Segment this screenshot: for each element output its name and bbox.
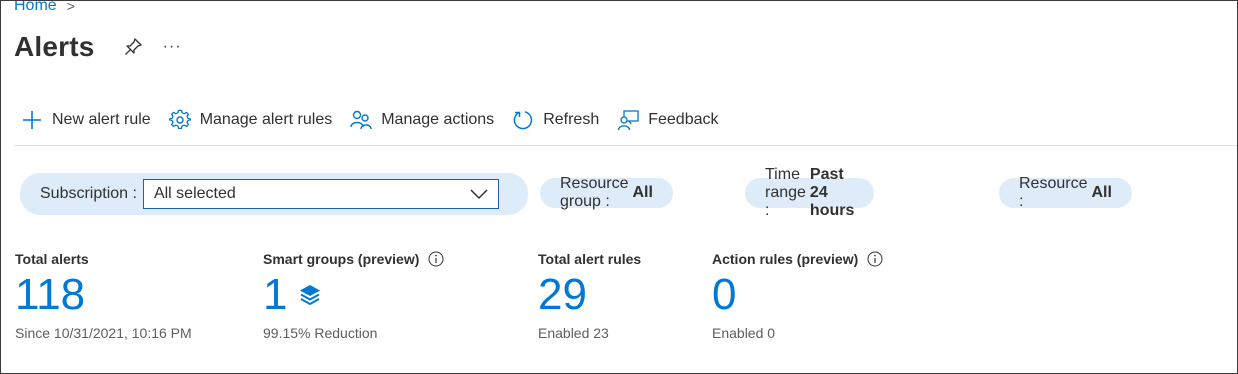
action-rules-enabled: Enabled 0 <box>712 325 776 341</box>
subscription-dropdown-value: All selected <box>153 185 236 202</box>
smart-groups-label: Smart groups (preview) <box>263 251 420 267</box>
action-rules-tile: Action rules (preview) 0 Enabled 0 <box>712 251 883 341</box>
subscription-filter-label: Subscription : <box>40 185 137 202</box>
time-range-filter-value: Past 24 hours <box>809 166 855 219</box>
breadcrumb-separator: > <box>66 0 75 14</box>
resource-group-filter[interactable]: Resource group : All <box>540 175 673 210</box>
action-rules-label: Action rules (preview) <box>712 251 859 267</box>
total-alerts-count: 118 <box>15 270 86 319</box>
action-rules-count: 0 <box>712 270 737 319</box>
total-alerts-label: Total alerts <box>15 251 89 267</box>
gear-icon <box>168 109 191 130</box>
toolbar-divider <box>14 145 1237 146</box>
title-row: Alerts ··· <box>14 31 182 63</box>
feedback-button[interactable]: Feedback <box>617 109 718 131</box>
manage-alert-rules-button[interactable]: Manage alert rules <box>168 109 333 131</box>
smart-groups-tile: Smart groups (preview) 1 99.15% Reductio… <box>263 251 444 341</box>
total-alerts-since: Since 10/31/2021, 10:16 PM <box>15 325 192 341</box>
total-alert-rules-label: Total alert rules <box>538 251 642 267</box>
resource-filter[interactable]: Resource : All <box>999 175 1132 210</box>
smart-groups-header: Smart groups (preview) <box>263 251 444 267</box>
time-range-filter[interactable]: Time range : Past 24 hours <box>745 166 875 219</box>
manage-alert-rules-label: Manage alert rules <box>199 111 333 128</box>
feedback-label: Feedback <box>648 111 719 128</box>
time-range-filter-label: Time range : <box>765 166 806 219</box>
more-options-icon[interactable]: ··· <box>163 38 182 56</box>
new-alert-rule-label: New alert rule <box>52 111 151 128</box>
resource-group-filter-label: Resource group : <box>560 175 629 210</box>
breadcrumb-home-link[interactable]: Home <box>14 1 57 15</box>
chevron-down-icon <box>470 189 488 200</box>
info-icon[interactable] <box>428 251 444 267</box>
total-alerts-tile: Total alerts 118 Since 10/31/2021, 10:16… <box>15 251 192 341</box>
resource-group-filter-value: All <box>632 184 653 201</box>
feedback-icon <box>618 110 639 131</box>
refresh-button[interactable]: Refresh <box>512 109 599 131</box>
new-alert-rule-button[interactable]: New alert rule <box>21 109 151 131</box>
total-alert-rules-enabled: Enabled 23 <box>538 325 609 341</box>
resource-filter-label: Resource : <box>1019 175 1088 210</box>
command-bar: New alert rule Manage alert rules Manage… <box>21 109 736 131</box>
total-alerts-value[interactable]: 118 <box>15 273 192 317</box>
breadcrumb: Home > <box>14 0 75 15</box>
action-rules-header: Action rules (preview) <box>712 251 883 267</box>
alerts-page: Home > Alerts ··· New alert rule Manage … <box>0 0 1238 374</box>
layers-icon <box>300 285 321 305</box>
smart-groups-value[interactable]: 1 <box>263 273 444 317</box>
total-alert-rules-count: 29 <box>538 270 587 319</box>
subscription-filter: Subscription : All selected <box>20 173 528 215</box>
refresh-icon <box>513 111 533 130</box>
refresh-label: Refresh <box>543 111 600 128</box>
pin-icon[interactable] <box>123 37 143 57</box>
total-alert-rules-tile: Total alert rules 29 Enabled 23 <box>538 251 641 341</box>
total-alert-rules-value[interactable]: 29 <box>538 273 641 317</box>
people-icon <box>350 110 372 130</box>
manage-actions-button[interactable]: Manage actions <box>350 109 494 131</box>
subscription-dropdown[interactable]: All selected <box>142 179 499 209</box>
smart-groups-count: 1 <box>263 270 288 319</box>
resource-filter-value: All <box>1091 184 1112 201</box>
page-title: Alerts <box>14 31 95 62</box>
plus-icon <box>23 111 41 129</box>
manage-actions-label: Manage actions <box>381 111 495 128</box>
info-icon[interactable] <box>867 251 883 267</box>
smart-groups-reduction: 99.15% Reduction <box>263 325 378 341</box>
action-rules-value[interactable]: 0 <box>712 273 883 317</box>
